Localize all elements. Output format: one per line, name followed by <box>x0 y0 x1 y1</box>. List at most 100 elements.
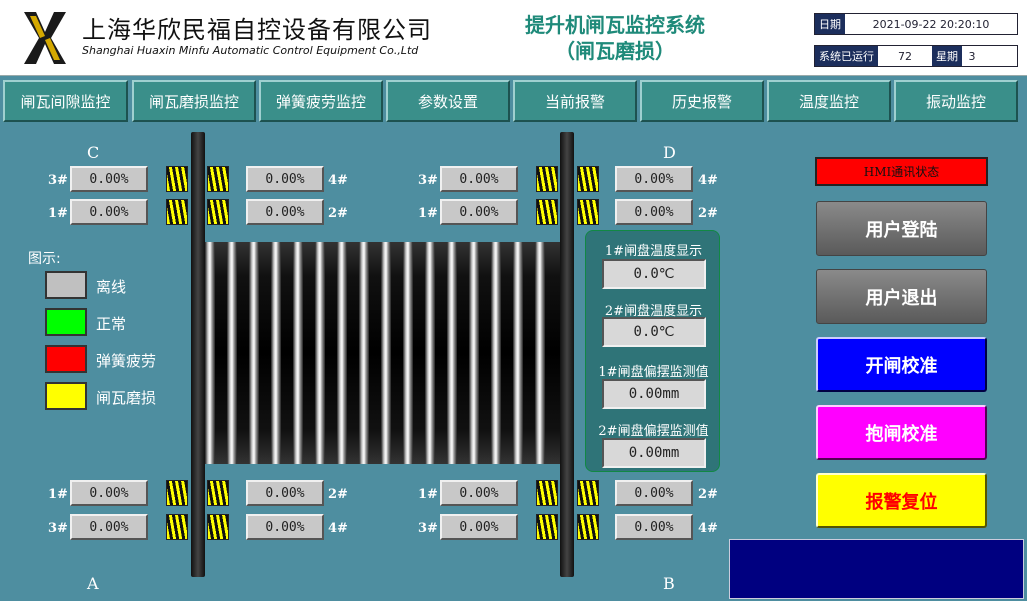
legend-swatch-normal <box>45 308 87 336</box>
pad-d2-indicator <box>577 199 599 225</box>
pad-a2-indicator <box>207 480 229 506</box>
pad-b1-value: 0.00% <box>440 480 518 506</box>
corner-label-c: C <box>87 143 100 162</box>
pad-c2-label: 2# <box>328 206 348 221</box>
pad-d4-indicator <box>577 166 599 192</box>
drum-rib <box>227 242 237 464</box>
system-title-line2: （闸瓦磨损） <box>555 39 675 63</box>
pad-b2-label: 2# <box>698 487 718 502</box>
pad-a4-indicator <box>207 514 229 540</box>
user-login-button[interactable]: 用户登陆 <box>816 201 987 256</box>
drum-rib <box>513 242 523 464</box>
system-title-line1: 提升机闸瓦监控系统 <box>525 13 705 37</box>
pad-b2-value: 0.00% <box>615 480 693 506</box>
pad-c2-value: 0.00% <box>246 199 324 225</box>
date-label: 日期 <box>815 14 845 34</box>
company-logo-icon <box>24 12 66 64</box>
pad-c3-indicator <box>166 166 188 192</box>
legend-label-spring-fatigue: 弹簧疲劳 <box>96 352 157 370</box>
user-logout-button[interactable]: 用户退出 <box>816 269 987 324</box>
pad-b4-value: 0.00% <box>615 514 693 540</box>
pad-a4-value: 0.00% <box>246 514 324 540</box>
disc1-temp-label: 1#闸盘温度显示 <box>604 244 703 259</box>
disc2-temp-value: 0.0℃ <box>602 317 706 347</box>
nav-vibration-monitor[interactable]: 振动监控 <box>894 80 1018 122</box>
pad-c4-label: 4# <box>328 173 348 188</box>
pad-c4-indicator <box>207 166 229 192</box>
drum-rib <box>469 242 479 464</box>
message-display-box <box>729 539 1024 599</box>
drum-rib <box>491 242 501 464</box>
pad-d3-label: 3# <box>418 173 438 188</box>
pad-d1-value: 0.00% <box>440 199 518 225</box>
hmi-comm-status: HMI通讯状态 <box>815 157 988 186</box>
drum-rib <box>535 242 545 464</box>
nav-spring-fatigue-monitor[interactable]: 弹簧疲劳监控 <box>259 80 383 122</box>
pad-d3-indicator <box>536 166 558 192</box>
drum-rib <box>403 242 413 464</box>
pad-a3-label: 3# <box>48 521 68 536</box>
legend-swatch-spring-fatigue <box>45 345 87 373</box>
week-label: 星期 <box>932 46 962 66</box>
pad-d4-value: 0.00% <box>615 166 693 192</box>
pad-c1-indicator <box>166 199 188 225</box>
pad-d4-label: 4# <box>698 173 718 188</box>
pad-c2-indicator <box>207 199 229 225</box>
nav-current-alarms[interactable]: 当前报警 <box>513 80 637 122</box>
pad-a1-label: 1# <box>48 487 68 502</box>
pad-b1-label: 1# <box>418 487 438 502</box>
pad-c1-label: 1# <box>48 206 68 221</box>
pad-a2-label: 2# <box>328 487 348 502</box>
alarm-reset-button[interactable]: 报警复位 <box>816 473 987 528</box>
legend-label-normal: 正常 <box>96 315 127 333</box>
nav-history-alarms[interactable]: 历史报警 <box>640 80 764 122</box>
pad-d1-indicator <box>536 199 558 225</box>
nav-clearance-monitor[interactable]: 闸瓦间隙监控 <box>3 80 128 122</box>
pad-a3-indicator <box>166 514 188 540</box>
open-brake-calibration-button[interactable]: 开闸校准 <box>816 337 987 392</box>
pad-c4-value: 0.00% <box>246 166 324 192</box>
pad-b4-indicator <box>577 514 599 540</box>
pad-a1-indicator <box>166 480 188 506</box>
disc2-swing-label: 2#闸盘偏摆监测值 <box>598 424 709 439</box>
runtime-display: 系统已运行 72 星期 3 <box>814 45 1018 67</box>
pad-c3-value: 0.00% <box>70 166 148 192</box>
monitor-panel: 1#闸盘温度显示 0.0℃ 2#闸盘温度显示 0.0℃ 1#闸盘偏摆监测值 0.… <box>585 230 720 472</box>
system-title: 提升机闸瓦监控系统 （闸瓦磨损） <box>490 12 740 64</box>
hoist-drum <box>205 242 560 464</box>
right-brake-disc <box>560 132 574 577</box>
header: 上海华欣民福自控设备有限公司 Shanghai Huaxin Minfu Aut… <box>0 0 1027 76</box>
legend-title: 图示: <box>28 251 61 267</box>
disc1-swing-label: 1#闸盘偏摆监测值 <box>598 365 709 380</box>
nav-temperature-monitor[interactable]: 温度监控 <box>767 80 891 122</box>
pad-b1-indicator <box>536 480 558 506</box>
pad-d3-value: 0.00% <box>440 166 518 192</box>
pad-b3-label: 3# <box>418 521 438 536</box>
drum-rib <box>425 242 435 464</box>
hold-brake-calibration-button[interactable]: 抱闸校准 <box>816 405 987 460</box>
pad-d1-label: 1# <box>418 206 438 221</box>
pad-d2-label: 2# <box>698 206 718 221</box>
pad-a2-value: 0.00% <box>246 480 324 506</box>
pad-a1-value: 0.00% <box>70 480 148 506</box>
legend-label-pad-wear: 闸瓦磨损 <box>96 389 157 407</box>
legend-label-offline: 离线 <box>96 278 127 296</box>
drum-rib <box>205 242 215 464</box>
pad-c1-value: 0.00% <box>70 199 148 225</box>
runtime-label: 系统已运行 <box>815 46 878 66</box>
company-name-cn: 上海华欣民福自控设备有限公司 <box>82 16 432 44</box>
pad-b3-value: 0.00% <box>440 514 518 540</box>
drum-rib <box>337 242 347 464</box>
drum-rib <box>271 242 281 464</box>
pad-a4-label: 4# <box>328 521 348 536</box>
drum-rib <box>293 242 303 464</box>
nav-parameter-settings[interactable]: 参数设置 <box>386 80 510 122</box>
week-value: 3 <box>968 49 976 63</box>
pad-a3-value: 0.00% <box>70 514 148 540</box>
nav-wear-monitor[interactable]: 闸瓦磨损监控 <box>132 80 256 122</box>
disc1-swing-value: 0.00mm <box>602 379 706 409</box>
legend-swatch-offline <box>45 271 87 299</box>
pad-b3-indicator <box>536 514 558 540</box>
corner-label-d: D <box>663 143 676 162</box>
pad-d2-value: 0.00% <box>615 199 693 225</box>
